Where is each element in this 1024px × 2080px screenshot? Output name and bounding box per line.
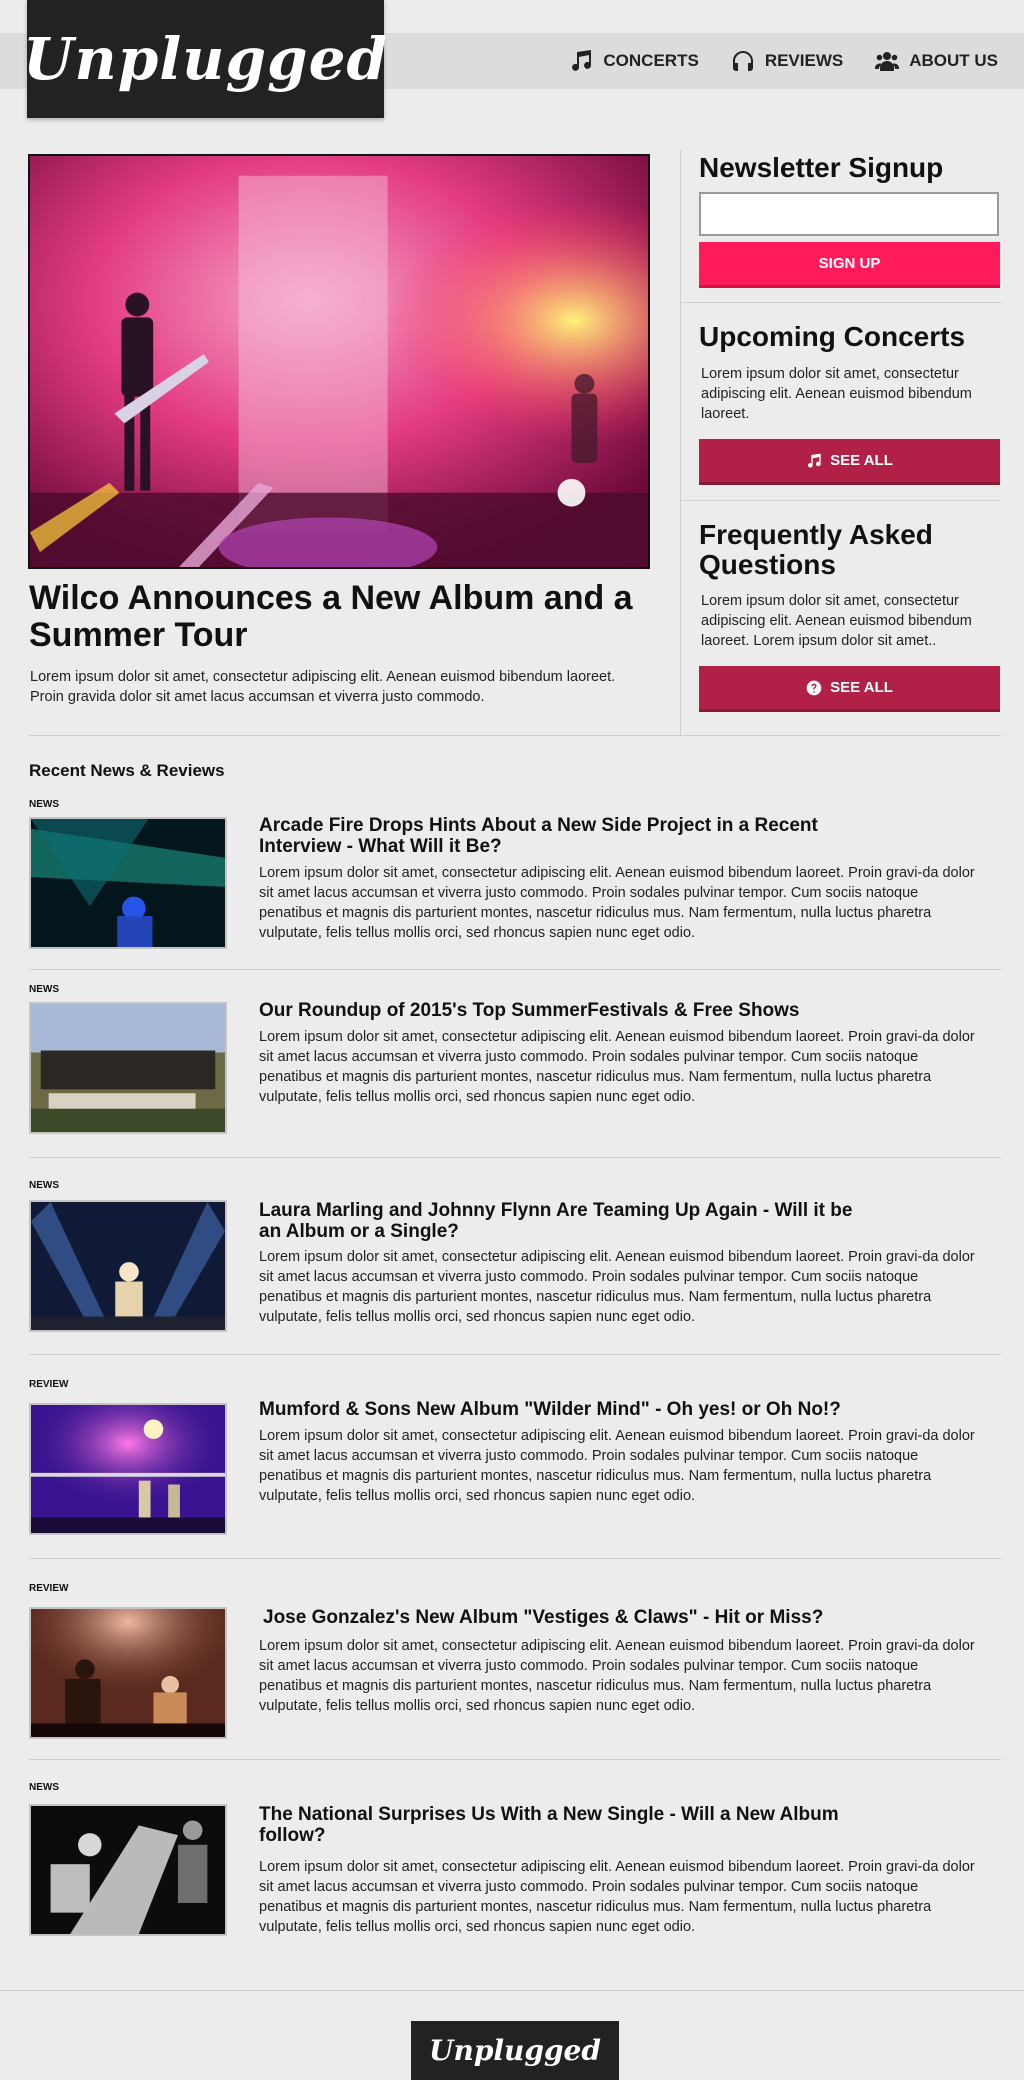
question-circle-icon bbox=[806, 680, 822, 695]
feature-image[interactable] bbox=[28, 154, 650, 569]
users-icon bbox=[875, 52, 900, 71]
concerts-see-all-button[interactable]: See All bbox=[699, 439, 1000, 485]
faq-text: Lorem ipsum dolor sit amet, consectetur … bbox=[701, 593, 972, 649]
site-logo[interactable]: Unplugged bbox=[23, 0, 387, 118]
news-text: Lorem ipsum dolor sit amet, consectetur … bbox=[259, 865, 975, 941]
news-text: Lorem ipsum dolor sit amet, consectetur … bbox=[259, 1859, 975, 1935]
news-tag: News bbox=[29, 1782, 59, 1793]
item-separator bbox=[29, 969, 1001, 970]
news-item: Review Jose Gonzalez's New Album "Vestig… bbox=[29, 1583, 1001, 1755]
newsletter-email-input[interactable] bbox=[699, 192, 999, 236]
news-thumbnail[interactable] bbox=[29, 1403, 227, 1535]
news-item: News Arcade Fire Drops Hints About a New… bbox=[29, 799, 1001, 969]
footer-logo[interactable]: Unplugged bbox=[411, 2021, 619, 2080]
faq-see-all-label: See All bbox=[830, 679, 893, 696]
news-title[interactable]: Mumford & Sons New Album "Wilder Mind" -… bbox=[259, 1399, 859, 1420]
news-tag: Review bbox=[29, 1583, 69, 1594]
news-thumbnail[interactable] bbox=[29, 1200, 227, 1332]
signup-button[interactable]: Sign Up bbox=[699, 242, 1000, 288]
news-title[interactable]: The National Surprises Us With a New Sin… bbox=[259, 1804, 859, 1846]
nav-reviews[interactable]: Reviews bbox=[731, 49, 843, 73]
news-item: News Laura Marling and Johnny Flynn Are … bbox=[29, 1180, 1001, 1355]
section-separator bbox=[29, 735, 1001, 736]
news-tag: Review bbox=[29, 1379, 69, 1390]
signup-button-label: Sign Up bbox=[818, 255, 881, 272]
nav-about-us-label: About Us bbox=[909, 51, 998, 70]
concerts-see-all-label: See All bbox=[830, 452, 893, 469]
news-text: Lorem ipsum dolor sit amet, consectetur … bbox=[259, 1029, 975, 1105]
item-separator bbox=[29, 1354, 1001, 1355]
news-item: News The National Surprises Us With a Ne… bbox=[29, 1782, 1001, 1954]
newsletter-title: Newsletter Signup bbox=[699, 152, 944, 183]
faq-see-all-button[interactable]: See All bbox=[699, 666, 1000, 712]
news-text: Lorem ipsum dolor sit amet, consectetur … bbox=[259, 1638, 975, 1714]
news-text: Lorem ipsum dolor sit amet, consectetur … bbox=[259, 1428, 975, 1504]
news-title[interactable]: Laura Marling and Johnny Flynn Are Teami… bbox=[259, 1200, 859, 1242]
headphones-icon bbox=[732, 51, 753, 71]
sidebar-separator bbox=[681, 302, 1001, 303]
item-separator bbox=[29, 1759, 1001, 1760]
nav-concerts[interactable]: Concerts bbox=[569, 49, 699, 73]
footer-separator bbox=[0, 1990, 1024, 1991]
item-separator bbox=[29, 1157, 1001, 1158]
upcoming-concerts-title: Upcoming Concerts bbox=[699, 321, 966, 352]
news-title[interactable]: Jose Gonzalez's New Album "Vestiges & Cl… bbox=[263, 1607, 863, 1628]
news-title[interactable]: Arcade Fire Drops Hints About a New Side… bbox=[259, 815, 859, 857]
news-tag: News bbox=[29, 1180, 59, 1191]
news-thumbnail[interactable] bbox=[29, 1002, 227, 1134]
nav-about-us[interactable]: About Us bbox=[875, 49, 998, 73]
feature-summary: Lorem ipsum dolor sit amet, consectetur … bbox=[30, 669, 616, 705]
news-title[interactable]: Our Roundup of 2015's Top SummerFestival… bbox=[259, 1000, 859, 1021]
music-note-icon bbox=[572, 50, 592, 71]
nav-concerts-label: Concerts bbox=[603, 51, 699, 70]
recent-news-title: Recent News & Reviews bbox=[29, 761, 225, 780]
news-thumbnail[interactable] bbox=[29, 817, 227, 949]
news-tag: News bbox=[29, 984, 59, 995]
item-separator bbox=[29, 1558, 1001, 1559]
news-thumbnail[interactable] bbox=[29, 1804, 227, 1936]
nav-reviews-label: Reviews bbox=[764, 51, 844, 70]
faq-title: Frequently Asked Questions bbox=[699, 519, 933, 580]
music-note-icon bbox=[808, 453, 821, 468]
sidebar-separator bbox=[681, 500, 1001, 501]
sidebar-divider bbox=[680, 150, 681, 735]
upcoming-concerts-text: Lorem ipsum dolor sit amet, consectetur … bbox=[701, 366, 972, 422]
news-item: News Our Roundup of 2015's Top SummerFes… bbox=[29, 984, 1001, 1156]
news-item: Review Mumford & Sons New Album "Wilder … bbox=[29, 1379, 1001, 1550]
feature-title[interactable]: Wilco Announces a New Album and a Summer… bbox=[29, 580, 649, 654]
news-text: Lorem ipsum dolor sit amet, consectetur … bbox=[259, 1249, 975, 1325]
news-tag: News bbox=[29, 799, 59, 810]
main-nav: Concerts Reviews About Us bbox=[569, 33, 998, 89]
news-thumbnail[interactable] bbox=[29, 1607, 227, 1739]
